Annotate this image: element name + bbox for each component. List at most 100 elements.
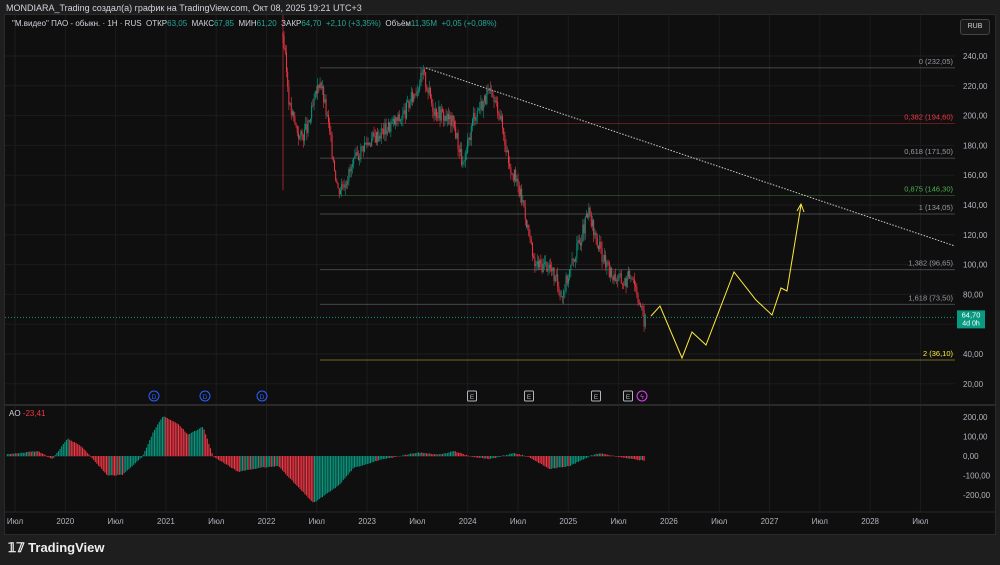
ao-bar <box>272 456 274 467</box>
ao-bar <box>536 456 538 462</box>
ao-bar <box>494 456 496 459</box>
candle-body <box>461 149 463 165</box>
candle-body <box>561 296 563 298</box>
candle-body <box>601 248 603 262</box>
time-axis-label: 2026 <box>660 517 678 526</box>
candle-body <box>401 119 403 120</box>
candle-body <box>577 240 579 244</box>
ao-bar <box>224 456 226 464</box>
candle-body <box>602 261 604 262</box>
candle-body <box>494 100 496 103</box>
candle-body <box>492 90 494 97</box>
candle-body <box>463 161 465 163</box>
ao-label: AO <box>9 409 21 418</box>
candle-body <box>301 131 303 135</box>
candle-body <box>527 224 529 228</box>
symbol-name[interactable]: "М.видео" ПАО - обыкн. · 1H · RUS <box>12 19 142 28</box>
candle-body <box>606 261 608 268</box>
ao-bar <box>48 456 50 458</box>
candle-body <box>495 100 497 102</box>
candle-body <box>529 235 531 239</box>
candle-body <box>535 263 537 267</box>
ao-bar <box>165 417 167 457</box>
ao-bar <box>465 454 468 457</box>
ao-bar <box>339 456 341 485</box>
fib-level-label: 1,618 (73,50) <box>908 293 953 302</box>
ao-bar <box>262 456 264 468</box>
candle-body <box>415 94 417 96</box>
ao-bar <box>275 456 277 467</box>
ao-bar <box>515 453 517 457</box>
candle-body <box>392 118 394 122</box>
chart-canvas[interactable]: 240,00 220,00 200,00 180,00 160,00 140,00 120,… <box>0 0 1000 565</box>
ao-bar <box>603 453 605 457</box>
candle-body <box>323 86 325 103</box>
ao-bar <box>528 456 530 458</box>
candle-body <box>311 105 313 119</box>
candle-body <box>542 263 544 272</box>
ao-bar <box>134 456 136 464</box>
ao-bar <box>568 456 570 467</box>
ao-bar <box>70 440 72 457</box>
currency-button[interactable]: RUB <box>960 19 990 35</box>
ao-bar <box>163 416 165 457</box>
price-axis-label: 120,00 <box>963 231 988 240</box>
ao-bar <box>353 456 356 468</box>
time-axis-label: Июл <box>510 517 527 526</box>
candle-body <box>293 111 295 117</box>
ao-bar <box>357 456 359 467</box>
ao-bar <box>488 456 490 460</box>
candle-body <box>567 278 569 284</box>
candle-body <box>589 207 591 215</box>
candle-body <box>613 274 615 281</box>
ao-bar <box>261 456 263 468</box>
ao-bar <box>121 456 124 476</box>
candle-body <box>291 111 293 115</box>
ao-bar <box>195 430 197 457</box>
candle-body <box>607 261 609 263</box>
candle-body <box>407 100 409 103</box>
ao-bar <box>177 424 180 457</box>
candle-body <box>605 255 607 268</box>
ao-bar <box>257 456 260 468</box>
ao-bar <box>545 456 548 468</box>
tradingview-logo[interactable]: 𝟙𝟟 TradingView <box>8 540 105 556</box>
candle-body <box>444 116 446 121</box>
symbol-legend: "М.видео" ПАО - обыкн. · 1H · RUS ОТКР63… <box>12 19 497 28</box>
candle-body <box>324 99 326 103</box>
ao-bar <box>435 453 437 457</box>
ao-bar <box>109 456 111 476</box>
candle-body <box>369 145 371 146</box>
ao-bar <box>264 456 266 468</box>
ao-bar <box>176 423 178 457</box>
candle-body <box>335 170 337 181</box>
lightning-glyph: ϟ <box>640 394 644 401</box>
ao-bar <box>113 456 116 476</box>
ao-bar <box>285 456 287 475</box>
candle-body <box>343 185 345 188</box>
candle-body <box>429 87 431 99</box>
ao-legend[interactable]: AO -23,41 <box>9 409 45 418</box>
ao-bar <box>469 456 471 457</box>
ao-bar <box>243 456 245 471</box>
candle-body <box>476 110 478 118</box>
ao-bar <box>174 422 176 457</box>
candle-body <box>549 264 551 269</box>
candle-body <box>594 232 596 235</box>
ao-bar <box>277 456 279 466</box>
ao-bar <box>419 452 421 457</box>
candle-body <box>522 200 524 203</box>
ao-bar <box>46 456 48 457</box>
ao-bar <box>560 456 562 468</box>
ao-bar <box>182 429 184 457</box>
candle-body <box>356 152 358 156</box>
time-axis-label: Июл <box>107 517 124 526</box>
candle-body <box>620 273 622 284</box>
candle-body <box>355 152 357 156</box>
ao-bar <box>249 456 252 470</box>
ao-axis-label: 0,00 <box>963 452 979 461</box>
candle-body <box>431 98 433 104</box>
ao-bar <box>403 454 405 457</box>
open-value: 63,05 <box>167 19 188 28</box>
ao-bar <box>349 456 351 473</box>
